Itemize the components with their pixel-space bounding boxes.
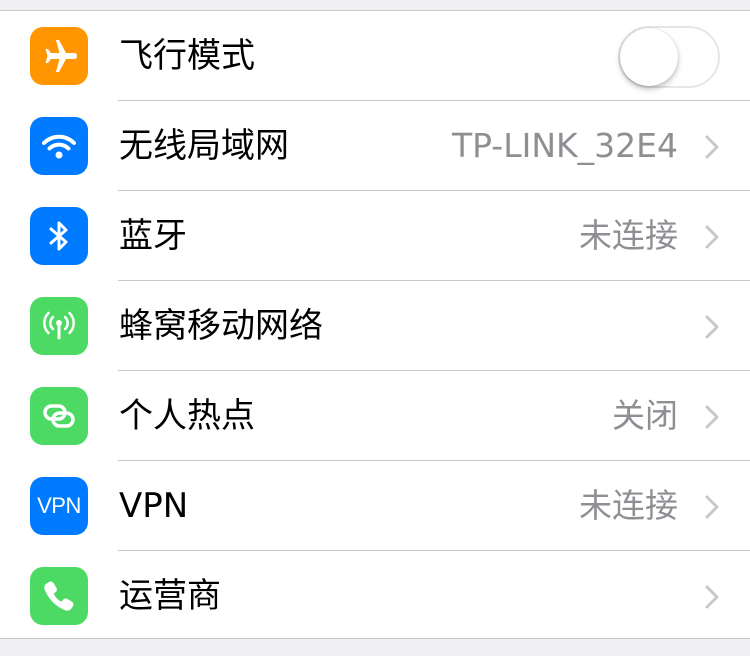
chevron-right-icon: [705, 225, 719, 249]
vpn-label: VPN: [119, 486, 189, 526]
toggle-knob[interactable]: [620, 28, 678, 86]
vpn-icon: VPN: [30, 477, 88, 535]
cellular-row[interactable]: 蜂窝移动网络: [0, 281, 750, 371]
bluetooth-status-value: 未连接: [579, 216, 678, 255]
airplane-mode-row[interactable]: 飞行模式: [0, 11, 750, 101]
chevron-right-icon: [705, 135, 719, 159]
chevron-right-icon: [705, 495, 719, 519]
personal-hotspot-label: 个人热点: [119, 396, 255, 436]
vpn-row[interactable]: VPN VPN 未连接: [0, 461, 750, 551]
bluetooth-icon: [30, 207, 88, 265]
carrier-label: 运营商: [119, 576, 221, 616]
vpn-status-value: 未连接: [579, 486, 678, 525]
wifi-icon: [30, 117, 88, 175]
chevron-right-icon: [705, 315, 719, 339]
personal-hotspot-status-value: 关闭: [612, 396, 678, 435]
airplane-mode-label: 飞行模式: [119, 36, 255, 76]
chevron-right-icon: [705, 405, 719, 429]
cellular-antenna-icon: [30, 297, 88, 355]
chevron-right-icon: [705, 585, 719, 609]
vpn-icon-text: VPN: [37, 493, 81, 518]
bluetooth-row[interactable]: 蓝牙 未连接: [0, 191, 750, 281]
bluetooth-label: 蓝牙: [119, 216, 187, 256]
personal-hotspot-row[interactable]: 个人热点 关闭: [0, 371, 750, 461]
airplane-icon: [30, 27, 88, 85]
wifi-network-value: TP-LINK_32E4: [451, 126, 678, 165]
wifi-label: 无线局域网: [119, 126, 289, 166]
wifi-row[interactable]: 无线局域网 TP-LINK_32E4: [0, 101, 750, 191]
hotspot-link-icon: [30, 387, 88, 445]
phone-icon: [30, 567, 88, 625]
airplane-mode-toggle[interactable]: [618, 26, 720, 88]
cellular-label: 蜂窝移动网络: [119, 306, 323, 346]
settings-group: 飞行模式 无线局域网 TP-LINK_32E4 蓝牙 未连接 蜂窝移动网络 个人…: [0, 10, 750, 639]
carrier-row[interactable]: 运营商: [0, 551, 750, 641]
